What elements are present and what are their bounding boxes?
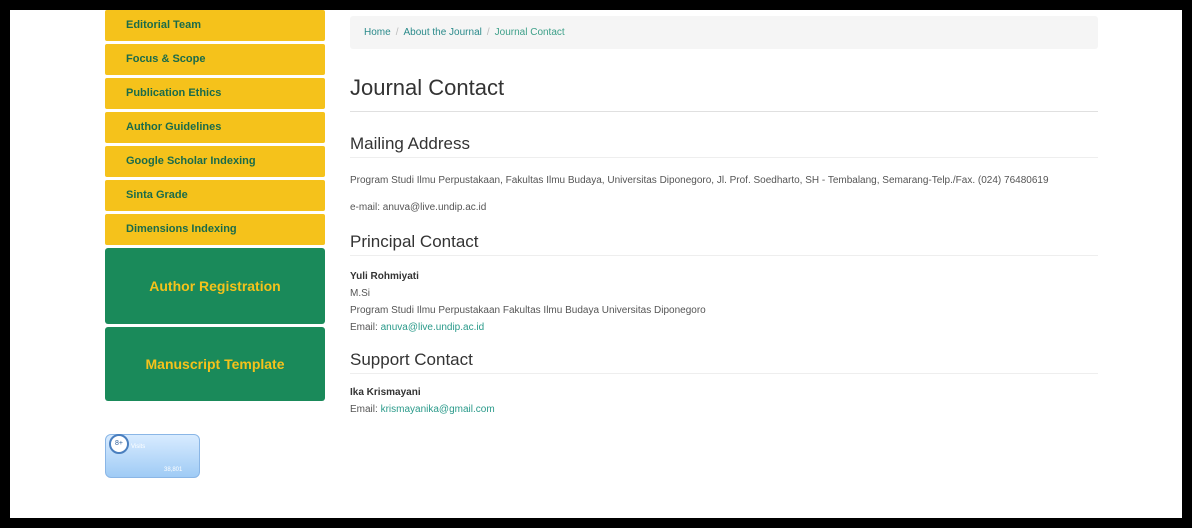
breadcrumb-home[interactable]: Home — [364, 27, 391, 38]
manuscript-template-button[interactable]: Manuscript Template — [105, 327, 325, 401]
principal-affiliation: Program Studi Ilmu Perpustakaan Fakultas… — [350, 305, 706, 316]
breadcrumb-separator: / — [486, 27, 490, 38]
breadcrumb-separator: / — [395, 27, 399, 38]
visitor-icon: 8+ — [109, 434, 129, 454]
mailing-address-text: Program Studi Ilmu Perpustakaan, Fakulta… — [350, 175, 1049, 186]
principal-email-label: Email: — [350, 322, 378, 333]
menu-sinta-grade[interactable]: Sinta Grade — [105, 180, 325, 211]
visitor-counter-badge[interactable]: 8+ Visits 38,801 — [105, 434, 200, 478]
visitor-count: 38,801 — [164, 467, 183, 473]
menu-focus-scope[interactable]: Focus & Scope — [105, 44, 325, 75]
principal-contact-heading: Principal Contact — [350, 232, 1098, 256]
main-content: Home / About the Journal / Journal Contact J… — [350, 10, 1098, 418]
breadcrumb-about[interactable]: About the Journal — [403, 27, 481, 38]
menu-publication-ethics[interactable]: Publication Ethics — [105, 78, 325, 109]
menu-author-guidelines[interactable]: Author Guidelines — [105, 112, 325, 143]
support-name: Ika Krismayani — [350, 387, 421, 398]
sidebar: Editorial Team Focus & Scope Publication… — [105, 10, 325, 401]
menu-editorial-team[interactable]: Editorial Team — [105, 10, 325, 41]
menu-google-scholar-indexing[interactable]: Google Scholar Indexing — [105, 146, 325, 177]
visitor-label: Visits — [131, 444, 146, 450]
principal-title: M.Si — [350, 288, 370, 299]
menu-dimensions-indexing[interactable]: Dimensions Indexing — [105, 214, 325, 245]
page-frame: Editorial Team Focus & Scope Publication… — [10, 10, 1182, 518]
support-email-link[interactable]: krismayanika@gmail.com — [381, 404, 495, 415]
principal-name: Yuli Rohmiyati — [350, 271, 419, 282]
breadcrumb-current[interactable]: Journal Contact — [495, 27, 565, 38]
breadcrumb: Home / About the Journal / Journal Contact — [350, 16, 1098, 49]
author-registration-button[interactable]: Author Registration — [105, 248, 325, 324]
support-email-label: Email: — [350, 404, 378, 415]
mailing-email: e-mail: anuva@live.undip.ac.id — [350, 202, 487, 213]
page-title: Journal Contact — [350, 49, 1098, 112]
principal-email-link[interactable]: anuva@live.undip.ac.id — [381, 322, 485, 333]
support-contact-heading: Support Contact — [350, 350, 1098, 374]
mailing-address-heading: Mailing Address — [350, 134, 1098, 158]
